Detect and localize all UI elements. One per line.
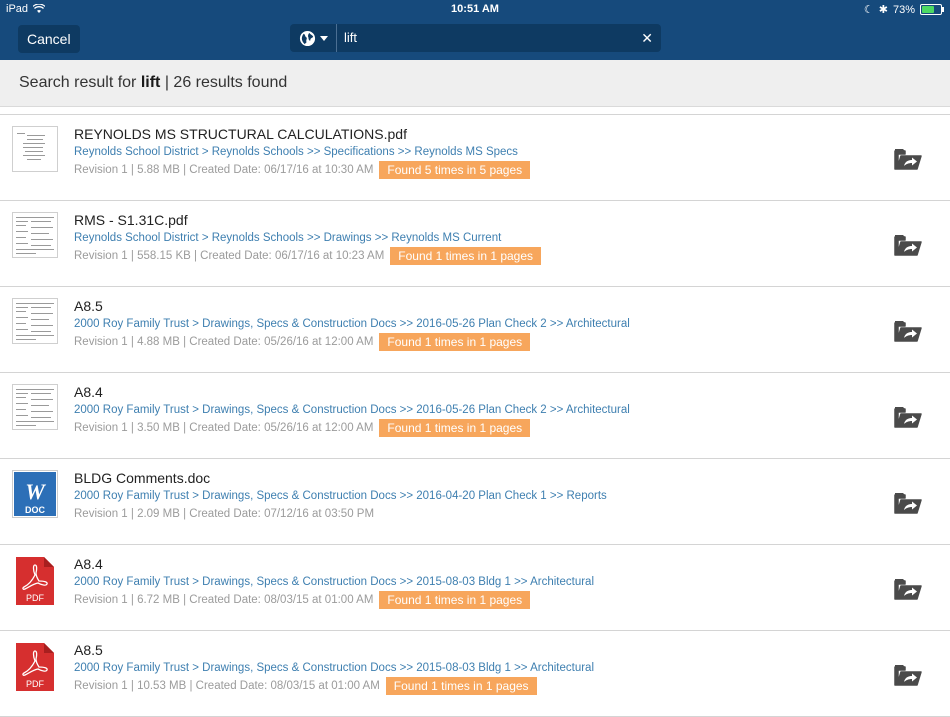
file-meta: Revision 1 | 558.15 KB | Created Date: 0… bbox=[74, 247, 542, 265]
file-meta-text: Revision 1 | 6.72 MB | Created Date: 08/… bbox=[74, 594, 374, 606]
close-icon: ✕ bbox=[641, 30, 653, 46]
summary-prefix: Search result for bbox=[19, 74, 141, 91]
search-summary-bar: Search result for lift | 26 results foun… bbox=[0, 60, 950, 107]
drawing-thumbnail bbox=[12, 298, 58, 344]
open-folder-icon[interactable] bbox=[893, 318, 923, 344]
cancel-button[interactable]: Cancel bbox=[18, 25, 80, 53]
match-count-badge[interactable]: Found 1 times in 1 pages bbox=[379, 333, 531, 351]
folder-path[interactable]: 2000 Roy Family Trust > Drawings, Specs … bbox=[74, 662, 594, 674]
bluetooth-icon: ✱ bbox=[878, 4, 888, 16]
file-meta: Revision 1 | 10.53 MB | Created Date: 08… bbox=[74, 677, 537, 695]
file-name: REYNOLDS MS STRUCTURAL CALCULATIONS.pdf bbox=[74, 126, 407, 142]
file-meta-text: Revision 1 | 2.09 MB | Created Date: 07/… bbox=[74, 508, 375, 520]
file-name: A8.5 bbox=[74, 298, 103, 314]
pdf-file-icon: PDF bbox=[16, 557, 54, 605]
folder-path[interactable]: 2000 Roy Family Trust > Drawings, Specs … bbox=[74, 490, 607, 502]
search-input[interactable]: lift bbox=[344, 24, 357, 52]
result-row[interactable]: PDF A8.4 2000 Roy Family Trust > Drawing… bbox=[0, 545, 950, 631]
file-name: RMS - S1.31C.pdf bbox=[74, 212, 188, 228]
open-folder-icon[interactable] bbox=[893, 576, 923, 602]
file-name: A8.5 bbox=[74, 642, 103, 658]
result-row[interactable]: A8.5 2000 Roy Family Trust > Drawings, S… bbox=[0, 287, 950, 373]
summary-count: 26 results found bbox=[173, 74, 288, 91]
folder-path[interactable]: 2000 Roy Family Trust > Drawings, Specs … bbox=[74, 576, 594, 588]
clear-search-button[interactable]: ✕ bbox=[641, 24, 653, 52]
pdf-file-icon: PDF bbox=[16, 643, 54, 691]
search-summary: Search result for lift | 26 results foun… bbox=[19, 74, 287, 92]
file-meta-text: Revision 1 | 4.88 MB | Created Date: 05/… bbox=[74, 336, 374, 348]
results-list: REYNOLDS MS STRUCTURAL CALCULATIONS.pdf … bbox=[0, 114, 950, 717]
file-meta: Revision 1 | 4.88 MB | Created Date: 05/… bbox=[74, 333, 531, 351]
result-row[interactable]: W DOC BLDG Comments.doc 2000 Roy Family T… bbox=[0, 459, 950, 545]
document-thumbnail bbox=[12, 126, 58, 172]
match-count-badge[interactable]: Found 1 times in 1 pages bbox=[390, 247, 542, 265]
chevron-down-icon bbox=[319, 35, 328, 41]
pdf-icon-label: PDF bbox=[26, 679, 45, 689]
file-meta-text: Revision 1 | 10.53 MB | Created Date: 08… bbox=[74, 680, 380, 692]
open-folder-icon[interactable] bbox=[893, 662, 923, 688]
file-name: BLDG Comments.doc bbox=[74, 470, 211, 486]
open-folder-icon[interactable] bbox=[893, 404, 923, 430]
file-meta: Revision 1 | 5.88 MB | Created Date: 06/… bbox=[74, 161, 531, 179]
drawing-thumbnail bbox=[12, 384, 58, 430]
file-meta-text: Revision 1 | 558.15 KB | Created Date: 0… bbox=[74, 250, 385, 262]
match-count-badge[interactable]: Found 1 times in 1 pages bbox=[385, 677, 537, 695]
battery-percent: 73% bbox=[892, 3, 915, 16]
file-meta-text: Revision 1 | 5.88 MB | Created Date: 06/… bbox=[74, 164, 374, 176]
file-meta-text: Revision 1 | 3.50 MB | Created Date: 05/… bbox=[74, 422, 374, 434]
word-doc-icon: WDOC bbox=[12, 470, 58, 518]
pdf-icon-label: PDF bbox=[26, 593, 45, 603]
result-row[interactable]: RMS - S1.31C.pdf Reynolds School Distric… bbox=[0, 201, 950, 287]
search-scope-dropdown[interactable] bbox=[290, 24, 337, 52]
match-count-badge[interactable]: Found 1 times in 1 pages bbox=[379, 591, 531, 609]
open-folder-icon[interactable] bbox=[893, 490, 923, 516]
folder-path[interactable]: 2000 Roy Family Trust > Drawings, Specs … bbox=[74, 404, 630, 416]
clock: 10:51 AM bbox=[451, 3, 499, 15]
battery-icon bbox=[920, 4, 944, 15]
globe-icon bbox=[299, 30, 315, 46]
file-meta: Revision 1 | 6.72 MB | Created Date: 08/… bbox=[74, 591, 531, 609]
open-folder-icon[interactable] bbox=[893, 146, 923, 172]
svg-text:W: W bbox=[25, 479, 46, 504]
file-name: A8.4 bbox=[74, 556, 103, 572]
folder-path[interactable]: Reynolds School District > Reynolds Scho… bbox=[74, 146, 518, 158]
file-name: A8.4 bbox=[74, 384, 103, 400]
match-count-badge[interactable]: Found 1 times in 1 pages bbox=[379, 419, 531, 437]
result-row[interactable]: REYNOLDS MS STRUCTURAL CALCULATIONS.pdf … bbox=[0, 115, 950, 201]
folder-path[interactable]: 2000 Roy Family Trust > Drawings, Specs … bbox=[74, 318, 630, 330]
summary-separator: | bbox=[160, 74, 174, 91]
status-bar: iPad 10:51 AM ☾ ✱ 73% bbox=[0, 0, 950, 18]
search-bar[interactable]: lift ✕ bbox=[290, 24, 661, 52]
result-row[interactable]: PDF A8.5 2000 Roy Family Trust > Drawing… bbox=[0, 631, 950, 717]
file-meta: Revision 1 | 3.50 MB | Created Date: 05/… bbox=[74, 419, 531, 437]
result-row[interactable]: A8.4 2000 Roy Family Trust > Drawings, S… bbox=[0, 373, 950, 459]
folder-path[interactable]: Reynolds School District > Reynolds Scho… bbox=[74, 232, 501, 244]
match-count-badge[interactable]: Found 5 times in 5 pages bbox=[379, 161, 531, 179]
file-meta: Revision 1 | 2.09 MB | Created Date: 07/… bbox=[74, 505, 374, 523]
drawing-thumbnail bbox=[12, 212, 58, 258]
navigation-bar: Cancel lift ✕ bbox=[0, 18, 950, 60]
moon-icon: ☾ bbox=[863, 4, 874, 16]
doc-icon-label: DOC bbox=[25, 505, 46, 515]
summary-term: lift bbox=[140, 74, 161, 91]
open-folder-icon[interactable] bbox=[893, 232, 923, 258]
